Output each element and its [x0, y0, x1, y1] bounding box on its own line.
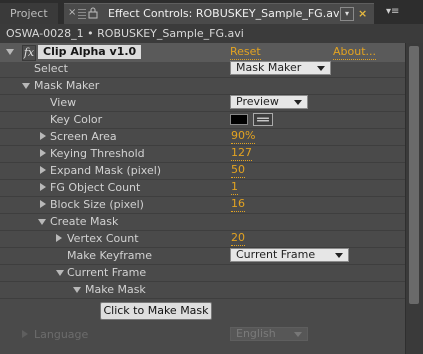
- select-label: Select: [34, 62, 68, 75]
- expand-mask-label: Expand Mask (pixel): [50, 164, 162, 177]
- chevron-down-icon: [294, 332, 302, 337]
- block-size-row: Block Size (pixel) 16: [0, 196, 405, 214]
- language-dropdown-value: English: [236, 327, 276, 340]
- chevron-down-icon: [335, 253, 343, 258]
- scrollbar-thumb[interactable]: [409, 46, 419, 304]
- chevron-down-icon: [294, 100, 302, 105]
- make-keyframe-dropdown-value: Current Frame: [236, 248, 316, 261]
- make-keyframe-label: Make Keyframe: [67, 249, 153, 262]
- close-tab-icon[interactable]: ×: [358, 4, 367, 24]
- close-icon[interactable]: ×: [68, 8, 78, 18]
- expand-triangle-icon[interactable]: [40, 132, 46, 140]
- mask-maker-group: Mask Maker: [0, 77, 405, 95]
- chevron-down-icon[interactable]: ▾: [340, 7, 354, 21]
- eyedropper-icon[interactable]: [253, 113, 273, 126]
- collapse-triangle-icon[interactable]: [22, 83, 30, 89]
- drag-grip-icon[interactable]: [78, 9, 86, 19]
- expand-triangle-icon[interactable]: [40, 183, 46, 191]
- make-mask-group: Make Mask: [0, 281, 405, 299]
- fg-object-count-row: FG Object Count 1: [0, 179, 405, 197]
- collapse-triangle-icon[interactable]: [38, 219, 46, 225]
- language-dropdown[interactable]: English: [230, 327, 308, 341]
- lock-icon[interactable]: [88, 7, 98, 19]
- vertex-count-label: Vertex Count: [67, 232, 139, 245]
- screen-area-label: Screen Area: [50, 130, 117, 143]
- make-mask-button-row: Click to Make Mask: [0, 302, 405, 322]
- vertex-count-value[interactable]: 20: [231, 231, 245, 246]
- expand-mask-value[interactable]: 50: [231, 163, 245, 178]
- panel-menu-icon[interactable]: ▾≡: [386, 6, 410, 18]
- view-dropdown-value: Preview: [236, 95, 279, 108]
- tab-project-label: Project: [10, 7, 48, 20]
- about-link[interactable]: About...: [333, 45, 377, 60]
- block-size-value[interactable]: 16: [231, 197, 245, 212]
- tab-effect-controls[interactable]: × Effect Controls: ROBUSKEY_Sample_FG.av…: [64, 3, 374, 24]
- keying-threshold-row: Keying Threshold 127: [0, 145, 405, 163]
- expand-mask-row: Expand Mask (pixel) 50: [0, 162, 405, 180]
- tab-project[interactable]: Project: [0, 3, 58, 24]
- view-label: View: [50, 96, 77, 109]
- view-dropdown[interactable]: Preview: [230, 95, 308, 109]
- make-keyframe-row: Make Keyframe Current Frame: [0, 247, 405, 265]
- tab-effect-controls-label: Effect Controls: ROBUSKEY_Sample_FG.avi: [108, 7, 343, 20]
- expand-triangle-icon[interactable]: [22, 330, 28, 338]
- collapse-triangle-icon[interactable]: [73, 287, 81, 293]
- expand-triangle-icon[interactable]: [40, 149, 46, 157]
- select-dropdown-value: Mask Maker: [236, 61, 302, 74]
- expand-triangle-icon[interactable]: [40, 166, 46, 174]
- chevron-down-icon: [317, 66, 325, 71]
- make-mask-label: Make Mask: [85, 283, 146, 296]
- select-dropdown[interactable]: Mask Maker: [230, 61, 331, 75]
- key-color-row: Key Color: [0, 111, 405, 129]
- key-color-label: Key Color: [50, 113, 103, 126]
- make-keyframe-dropdown[interactable]: Current Frame: [230, 248, 349, 262]
- select-row: Select Mask Maker: [0, 60, 405, 78]
- create-mask-label: Create Mask: [50, 215, 119, 228]
- screen-area-value[interactable]: 90%: [231, 129, 256, 144]
- effect-name[interactable]: Clip Alpha v1.0: [38, 45, 142, 59]
- collapse-triangle-icon[interactable]: [6, 49, 14, 55]
- effect-controls-content: fx Clip Alpha v1.0 Reset About... Select…: [0, 43, 405, 354]
- language-label: Language: [34, 328, 89, 341]
- current-frame-group: Current Frame: [0, 264, 405, 282]
- fg-object-count-label: FG Object Count: [50, 181, 141, 194]
- vertex-count-row: Vertex Count 20: [0, 230, 405, 248]
- expand-triangle-icon[interactable]: [56, 234, 62, 242]
- layer-breadcrumb: OSWA-0028_1 • ROBUSKEY_Sample_FG.avi: [0, 24, 423, 43]
- create-mask-group: Create Mask: [0, 213, 405, 231]
- panel-tab-bar: Project × Effect Controls: ROBUSKEY_Samp…: [0, 0, 423, 24]
- view-row: View Preview: [0, 94, 405, 112]
- click-to-make-mask-button[interactable]: Click to Make Mask: [100, 302, 212, 320]
- expand-triangle-icon[interactable]: [40, 200, 46, 208]
- fg-object-count-value[interactable]: 1: [231, 180, 238, 195]
- screen-area-row: Screen Area 90%: [0, 128, 405, 146]
- keying-threshold-value[interactable]: 127: [231, 146, 252, 161]
- key-color-swatch[interactable]: [230, 114, 248, 125]
- block-size-label: Block Size (pixel): [50, 198, 144, 211]
- language-row: Language English: [0, 326, 405, 343]
- current-frame-label: Current Frame: [67, 266, 147, 279]
- keying-threshold-label: Keying Threshold: [50, 147, 145, 160]
- fx-toggle-icon[interactable]: fx: [22, 45, 36, 61]
- reset-link[interactable]: Reset: [230, 45, 261, 60]
- collapse-triangle-icon[interactable]: [56, 270, 64, 276]
- mask-maker-label: Mask Maker: [34, 79, 100, 92]
